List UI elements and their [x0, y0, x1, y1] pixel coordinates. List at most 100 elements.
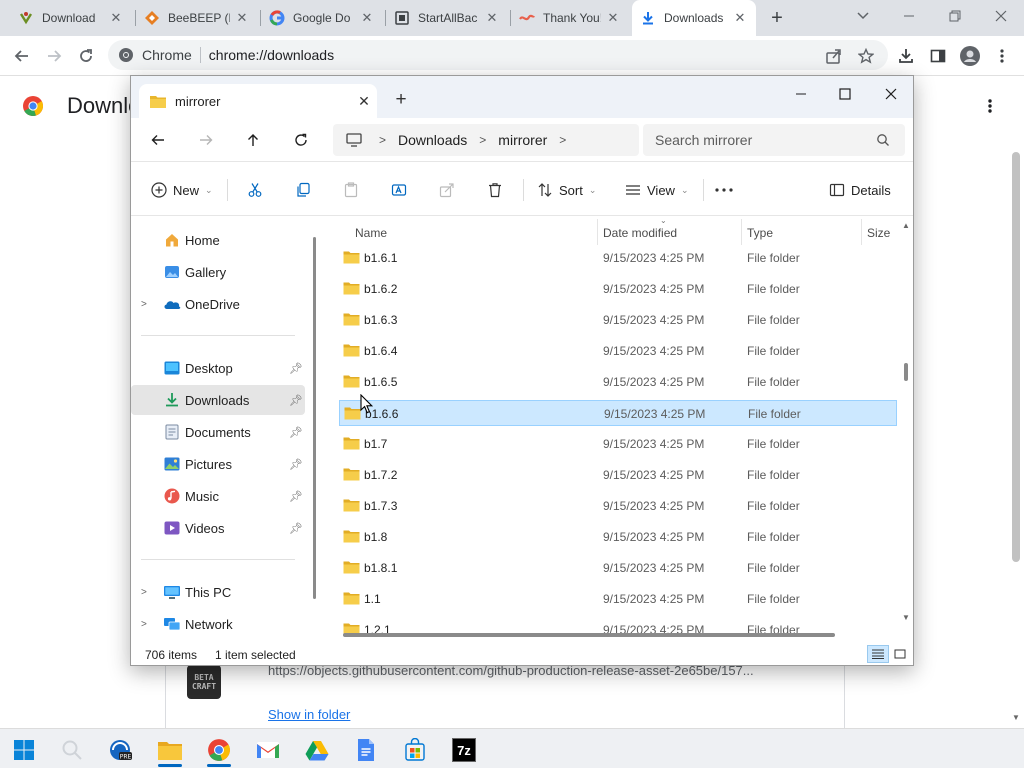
- taskbar-google-docs[interactable]: [346, 733, 386, 767]
- pin-icon[interactable]: 📌︎: [289, 458, 303, 471]
- copy-button[interactable]: [295, 175, 311, 205]
- cut-button[interactable]: [247, 175, 263, 205]
- pin-icon[interactable]: 📌︎: [289, 394, 303, 407]
- explorer-new-tab-button[interactable]: +: [389, 88, 413, 112]
- file-row-selected[interactable]: b1.6.6 9/15/2023 4:25 PM File folder: [339, 400, 897, 426]
- view-button[interactable]: View ⌄: [625, 175, 689, 205]
- file-row[interactable]: b1.6.2 9/15/2023 4:25 PM File folder: [339, 276, 897, 302]
- file-row[interactable]: b1.6.5 9/15/2023 4:25 PM File folder: [339, 369, 897, 395]
- nav-documents[interactable]: Documents 📌︎: [131, 417, 305, 447]
- nav-home[interactable]: Home: [131, 225, 305, 255]
- file-row[interactable]: b1.6.3 9/15/2023 4:25 PM File folder: [339, 307, 897, 333]
- column-header-type[interactable]: Type: [747, 221, 773, 245]
- file-row[interactable]: b1.6.4 9/15/2023 4:25 PM File folder: [339, 338, 897, 364]
- browser-tab-1[interactable]: Download ✕: [10, 4, 132, 32]
- see-more-button[interactable]: [715, 175, 733, 205]
- file-row[interactable]: b1.8.1 9/15/2023 4:25 PM File folder: [339, 555, 897, 581]
- chevron-right-icon[interactable]: >: [479, 133, 486, 147]
- nav-downloads[interactable]: Downloads 📌︎: [131, 385, 305, 415]
- taskbar-7zip[interactable]: 7z: [444, 733, 484, 767]
- pin-icon[interactable]: 📌︎: [289, 490, 303, 503]
- delete-button[interactable]: [487, 175, 503, 205]
- taskbar-google-drive[interactable]: [297, 733, 337, 767]
- browser-tab-5[interactable]: Thank You! ✕: [511, 4, 629, 32]
- minimize-button[interactable]: [886, 4, 932, 28]
- column-divider[interactable]: [741, 219, 742, 245]
- close-window-button[interactable]: [978, 4, 1024, 28]
- file-list-scrollbar-thumb[interactable]: [904, 363, 908, 381]
- address-bar[interactable]: Chrome chrome://downloads: [108, 40, 888, 70]
- show-in-folder-link[interactable]: Show in folder: [268, 707, 350, 722]
- restore-button[interactable]: [932, 4, 978, 28]
- browser-tab-4[interactable]: StartAllBac ✕: [386, 4, 508, 32]
- sort-button[interactable]: Sort ⌄: [537, 175, 596, 205]
- explorer-search-box[interactable]: [643, 124, 905, 156]
- nav-onedrive[interactable]: > OneDrive: [131, 289, 305, 319]
- side-panel-button[interactable]: [924, 42, 952, 70]
- page-menu-button[interactable]: [980, 94, 1000, 118]
- refresh-button[interactable]: [286, 126, 316, 154]
- explorer-forward-button[interactable]: [191, 126, 221, 154]
- explorer-minimize-button[interactable]: [779, 80, 823, 108]
- new-button[interactable]: New ⌄: [151, 175, 213, 205]
- page-scrollbar[interactable]: ▼: [1008, 128, 1024, 728]
- page-scrollbar-thumb[interactable]: [1012, 152, 1020, 562]
- nav-gallery[interactable]: Gallery: [131, 257, 305, 287]
- file-row[interactable]: b1.7 9/15/2023 4:25 PM File folder: [339, 431, 897, 457]
- tiles-view-button[interactable]: [889, 645, 911, 663]
- scroll-down-arrow-icon[interactable]: ▼: [901, 613, 911, 622]
- close-tab-icon[interactable]: ✕: [732, 10, 748, 26]
- pin-icon[interactable]: 📌︎: [289, 362, 303, 375]
- bookmark-button[interactable]: [852, 42, 880, 70]
- pin-icon[interactable]: 📌︎: [289, 522, 303, 535]
- file-row[interactable]: b1.6.1 9/15/2023 4:25 PM File folder: [339, 245, 897, 271]
- nav-videos[interactable]: Videos 📌︎: [131, 513, 305, 543]
- chevron-right-icon[interactable]: >: [141, 587, 153, 598]
- nav-pictures[interactable]: Pictures 📌︎: [131, 449, 305, 479]
- file-row[interactable]: 1.2.1 9/15/2023 4:25 PM File folder: [339, 617, 897, 641]
- details-pane-button[interactable]: Details: [829, 175, 891, 205]
- close-tab-icon[interactable]: ✕: [108, 10, 124, 26]
- breadcrumb-downloads[interactable]: Downloads: [398, 132, 467, 148]
- taskbar-app-pre[interactable]: PRE: [100, 733, 140, 767]
- pin-icon[interactable]: 📌︎: [289, 426, 303, 439]
- nav-this-pc[interactable]: > This PC: [131, 577, 305, 607]
- explorer-tab-mirrorer[interactable]: mirrorer ✕: [139, 84, 377, 118]
- browser-tab-3[interactable]: Google Do ✕: [261, 4, 383, 32]
- file-row[interactable]: 1.1 9/15/2023 4:25 PM File folder: [339, 586, 897, 612]
- taskbar-chrome[interactable]: [199, 733, 239, 767]
- file-row[interactable]: b1.8 9/15/2023 4:25 PM File folder: [339, 524, 897, 550]
- forward-button[interactable]: [40, 42, 68, 70]
- nav-music[interactable]: Music 📌︎: [131, 481, 305, 511]
- search-icon[interactable]: [876, 133, 890, 147]
- column-divider[interactable]: [861, 219, 862, 245]
- taskbar-search-button[interactable]: [52, 733, 92, 767]
- file-row[interactable]: b1.7.3 9/15/2023 4:25 PM File folder: [339, 493, 897, 519]
- browser-tab-2[interactable]: BeeBEEP (F ✕: [136, 4, 258, 32]
- close-tab-icon[interactable]: ✕: [605, 10, 621, 26]
- tab-search-button[interactable]: [840, 4, 886, 28]
- chevron-right-icon[interactable]: >: [141, 619, 153, 630]
- details-view-button[interactable]: [867, 645, 889, 663]
- taskbar-store[interactable]: [395, 733, 435, 767]
- file-list-scrollbar[interactable]: ▲ ▼: [899, 217, 913, 627]
- close-tab-icon[interactable]: ✕: [484, 10, 500, 26]
- breadcrumb-mirrorer[interactable]: mirrorer: [498, 132, 547, 148]
- chevron-right-icon[interactable]: >: [141, 299, 153, 310]
- navigation-pane-scrollbar[interactable]: [313, 237, 316, 599]
- search-input[interactable]: [653, 131, 868, 149]
- site-info-chip[interactable]: Chrome: [118, 47, 192, 63]
- reload-button[interactable]: [72, 42, 100, 70]
- close-tab-icon[interactable]: ✕: [234, 10, 250, 26]
- profile-button[interactable]: [956, 42, 984, 70]
- scroll-down-arrow-icon[interactable]: ▼: [1012, 713, 1020, 722]
- explorer-back-button[interactable]: [143, 126, 173, 154]
- share-button[interactable]: [439, 175, 455, 205]
- explorer-close-button[interactable]: [869, 80, 913, 108]
- taskbar-gmail[interactable]: [248, 733, 288, 767]
- chrome-menu-button[interactable]: [988, 42, 1016, 70]
- horizontal-scrollbar[interactable]: [343, 633, 835, 637]
- explorer-address-bar[interactable]: > Downloads > mirrorer >: [333, 124, 639, 156]
- paste-button[interactable]: [343, 175, 359, 205]
- taskbar-file-explorer[interactable]: [150, 733, 190, 767]
